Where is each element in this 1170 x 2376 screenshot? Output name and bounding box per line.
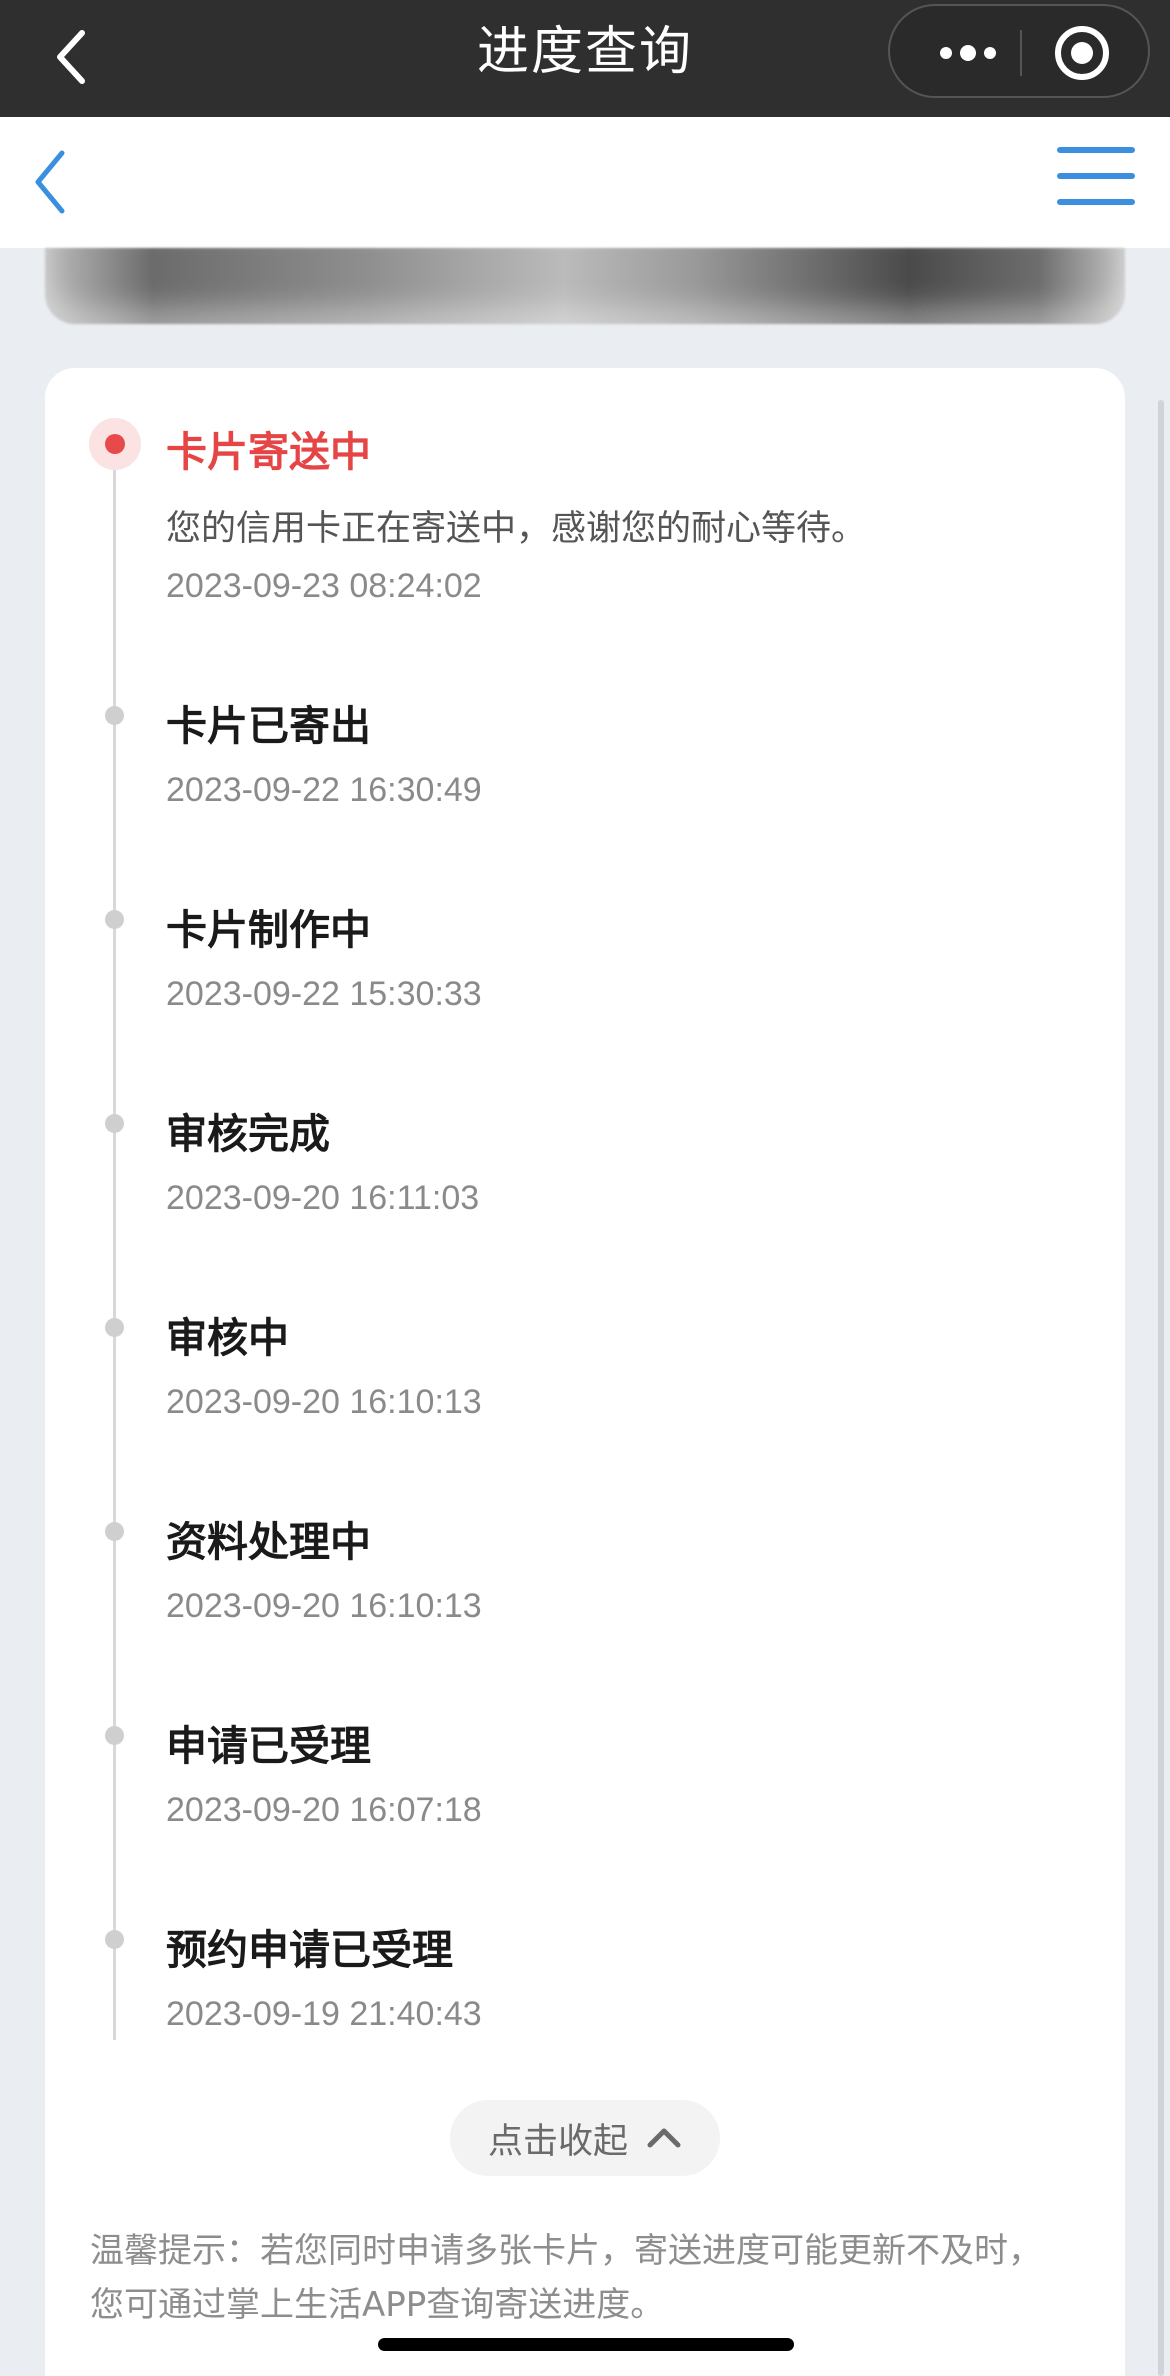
step-title: 申请已受理: [166, 1722, 371, 1770]
step-time: 2023-09-22 16:30:49: [166, 771, 482, 809]
scrollbar[interactable]: [1158, 400, 1164, 2376]
timeline-active-dot: [89, 418, 141, 470]
capsule-divider: [1020, 30, 1022, 76]
warm-tip: 温馨提示：若您同时申请多张卡片，寄送进度可能更新不及时，您可通过掌上生活APP查…: [90, 2231, 1042, 2325]
timeline-dot: [105, 1114, 124, 1133]
home-indicator: [378, 2338, 794, 2351]
timeline-dot: [105, 910, 124, 929]
timeline-line: [113, 455, 116, 2040]
step-time: 2023-09-19 21:40:43: [166, 1995, 482, 2033]
step-title: 卡片已寄出: [166, 702, 371, 750]
step-time: 2023-09-20 16:10:13: [166, 1587, 482, 1625]
more-dots-icon[interactable]: [928, 6, 1008, 100]
timeline-dot: [105, 706, 124, 725]
step-title: 卡片寄送中: [166, 428, 371, 476]
step-time: 2023-09-20 16:10:13: [166, 1383, 482, 1421]
target-circle-icon[interactable]: [1055, 26, 1109, 80]
step-time: 2023-09-23 08:24:02: [166, 567, 482, 605]
timeline-dot: [105, 1930, 124, 1949]
chevron-up-icon: [646, 2118, 682, 2158]
step-title: 资料处理中: [166, 1518, 371, 1566]
mini-program-title-bar: 进度查询: [0, 0, 1170, 117]
step-title: 卡片制作中: [166, 906, 371, 954]
step-title: 审核完成: [166, 1110, 330, 1158]
timeline-dot: [105, 1522, 124, 1541]
collapse-label: 点击收起: [487, 2121, 628, 2162]
step-description: 您的信用卡正在寄送中，感谢您的耐心等待。: [166, 509, 867, 549]
step-time: 2023-09-20 16:07:18: [166, 1791, 482, 1829]
timeline-dot: [105, 1318, 124, 1337]
page-nav-bar: [0, 117, 1170, 248]
step-title: 审核中: [166, 1314, 289, 1362]
step-time: 2023-09-20 16:11:03: [166, 1179, 480, 1217]
step-title: 预约申请已受理: [166, 1926, 453, 1974]
progress-card: [45, 368, 1125, 2376]
blurred-card-image: [45, 248, 1125, 324]
capsule-menu: [888, 4, 1150, 98]
chevron-left-icon[interactable]: [30, 147, 80, 217]
hamburger-menu-icon[interactable]: [1057, 147, 1135, 207]
step-time: 2023-09-22 15:30:33: [166, 975, 482, 1013]
timeline-dot: [105, 1726, 124, 1745]
collapse-button[interactable]: 点击收起: [450, 2100, 720, 2176]
